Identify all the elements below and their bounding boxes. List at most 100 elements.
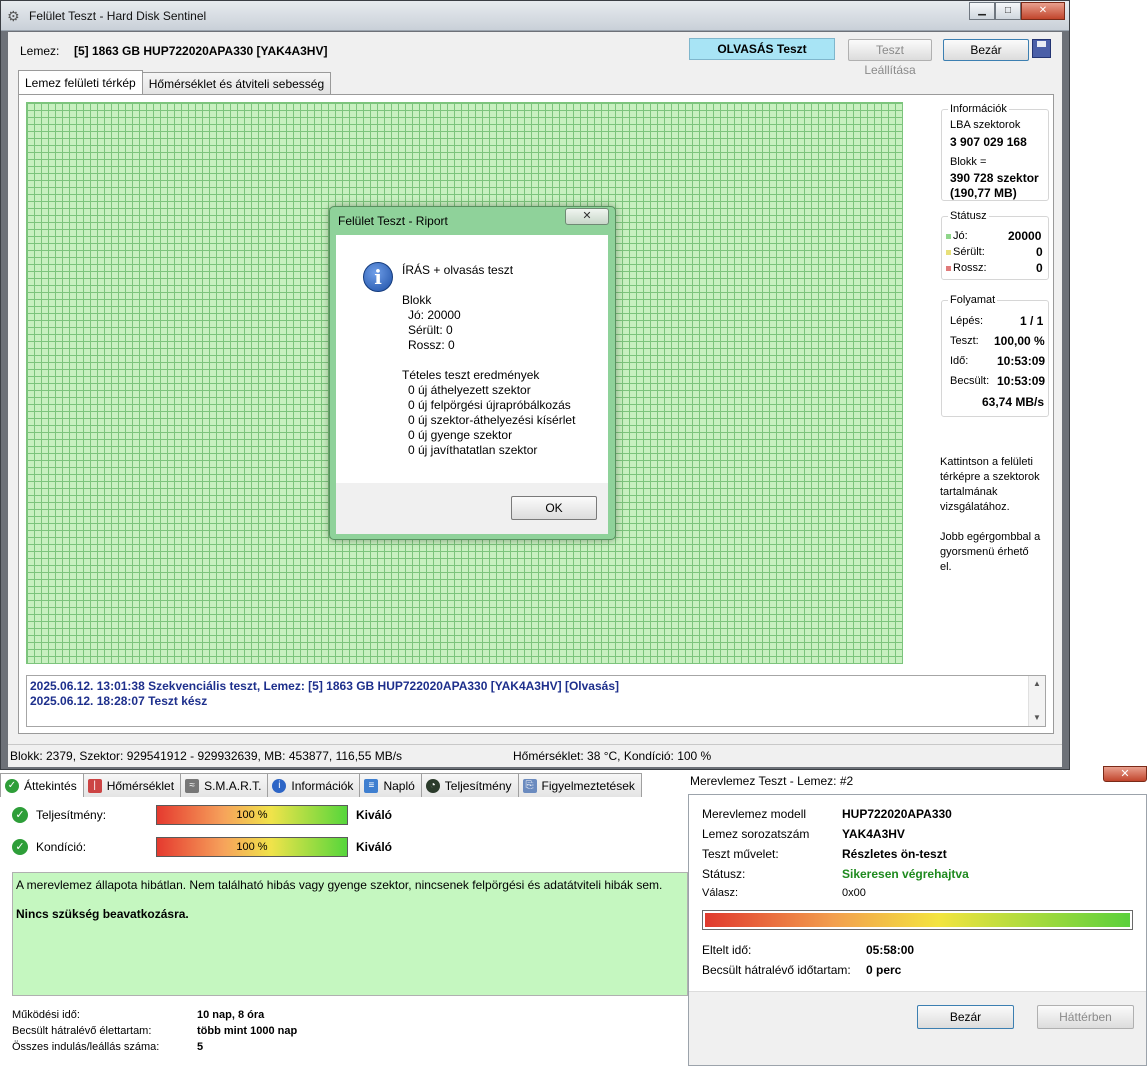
serial-label: Lemez sorozatszám xyxy=(702,827,810,841)
condition-verdict: Kiváló xyxy=(356,840,393,854)
report-block-title: Blokk xyxy=(402,293,432,307)
time-value: 10:53:09 xyxy=(997,354,1046,368)
report-heading: ÍRÁS + olvasás teszt xyxy=(402,263,514,277)
bad-legend-icon xyxy=(946,265,951,271)
info-title: Információk xyxy=(948,103,1009,115)
ok-button[interactable]: OK xyxy=(511,496,597,520)
overview-panel: ✓ Teljesítmény: 100 % Kiváló ✓ Kondíció:… xyxy=(0,797,688,1066)
app-icon: ⚙ xyxy=(7,8,20,24)
window-title: Felület Teszt - Hard Disk Sentinel xyxy=(29,9,207,23)
tab-performance[interactable]: ◔ Teljesítmény xyxy=(420,773,519,797)
model-value: HUP722020APA330 xyxy=(842,807,952,821)
good-label: Jó: xyxy=(946,230,968,242)
tab-temperature-speed[interactable]: Hőmérséklet és átviteli sebesség xyxy=(141,72,332,94)
report-result: 0 új javíthatatlan szektor xyxy=(408,443,538,457)
log-line: 2025.06.12. 18:28:07 Teszt kész xyxy=(30,694,208,708)
report-body: i ÍRÁS + olvasás teszt Blokk Jó: 20000 S… xyxy=(336,235,608,483)
condition-value: 100 % xyxy=(236,841,268,853)
estimate-value: 10:53:09 xyxy=(997,374,1046,388)
info-icon: i xyxy=(272,778,287,793)
starts-label: Összes indulás/leállás száma: xyxy=(12,1041,160,1053)
report-result: 0 új szektor-áthelyezési kísérlet xyxy=(408,413,576,427)
stop-test-button[interactable]: Teszt Leállítása xyxy=(848,39,932,77)
performance-bar: 100 % xyxy=(156,805,348,825)
tab-log[interactable]: ≡ Napló xyxy=(359,773,422,797)
drive-test-titlebar[interactable]: Merevlemez Teszt - Lemez: #2 ✕ xyxy=(688,766,1148,794)
background-button[interactable]: Háttérben xyxy=(1037,1005,1134,1029)
condition-check-icon: ✓ xyxy=(12,839,28,855)
drive-test-title: Merevlemez Teszt - Lemez: #2 xyxy=(690,774,854,788)
log-box[interactable]: 2025.06.12. 13:01:38 Szekvenciális teszt… xyxy=(26,675,1046,727)
hint-line-6: gyorsmenü érhető xyxy=(940,546,1029,558)
scroll-up-icon[interactable]: ▲ xyxy=(1033,679,1041,688)
block-label: Blokk = xyxy=(950,156,987,168)
hint-line-4: vizsgálatához. xyxy=(940,501,1010,513)
drive-test-close-button[interactable]: Bezár xyxy=(917,1005,1014,1029)
report-bad: Rossz: 0 xyxy=(408,338,455,352)
tab-smart[interactable]: ≈ S.M.A.R.T. xyxy=(180,773,269,797)
drive-test-close-icon[interactable]: ✕ xyxy=(1103,766,1147,782)
alerts-icon: ⎘ xyxy=(522,778,537,793)
report-title: Felület Teszt - Riport xyxy=(338,214,448,228)
damaged-label: Sérült: xyxy=(946,246,985,258)
report-close-button[interactable]: ✕ xyxy=(565,208,609,225)
hint-line-5: Jobb egérgombbal a xyxy=(940,531,1041,543)
drive-test-progress-fill xyxy=(705,913,1130,927)
performance-label: Teljesítmény: xyxy=(36,808,107,822)
surface-tabs: Lemez felületi térkép Hőmérséklet és átv… xyxy=(18,70,332,94)
close-window-button[interactable]: ✕ xyxy=(1021,2,1065,20)
bad-value: 0 xyxy=(1036,261,1043,275)
summary-action: Nincs szükség beavatkozásra. xyxy=(16,907,189,921)
time-label: Idő: xyxy=(950,355,969,367)
log-line: 2025.06.12. 13:01:38 Szekvenciális teszt… xyxy=(30,679,619,693)
tab-overview[interactable]: ✓ Áttekintés xyxy=(0,773,84,797)
disk-toolbar: Lemez: [5] 1863 GB HUP722020APA330 [YAK4… xyxy=(8,32,1062,77)
maximize-button[interactable]: □ xyxy=(995,2,1021,20)
test-value: 100,00 % xyxy=(994,334,1045,348)
elapsed-label: Eltelt idő: xyxy=(702,943,752,957)
answer-value: 0x00 xyxy=(842,887,866,899)
block-size: (190,77 MB) xyxy=(950,186,1017,200)
uptime-value: 10 nap, 8 óra xyxy=(197,1009,265,1021)
minimize-button[interactable]: ▁ xyxy=(969,2,995,20)
tab-alerts[interactable]: ⎘ Figyelmeztetések xyxy=(517,773,642,797)
report-results-title: Tételes teszt eredmények xyxy=(402,368,540,382)
main-titlebar[interactable]: ⚙ Felület Teszt - Hard Disk Sentinel ▁ □… xyxy=(1,1,1069,31)
progress-title: Folyamat xyxy=(948,294,998,306)
scroll-down-icon[interactable]: ▼ xyxy=(1033,713,1041,722)
thermometer-icon: | xyxy=(87,778,102,793)
good-value: 20000 xyxy=(1008,229,1042,243)
report-damaged: Sérült: 0 xyxy=(408,323,453,337)
hint-line-1: Kattintson a felületi xyxy=(940,456,1033,468)
operation-label: Teszt művelet: xyxy=(702,847,779,861)
remaining-label: Becsült hátralévő időtartam: xyxy=(702,963,851,977)
tab-surface-map[interactable]: Lemez felületi térkép xyxy=(18,70,143,94)
drive-test-progress-bar xyxy=(702,910,1133,930)
close-button[interactable]: Bezár xyxy=(943,39,1029,61)
save-icon[interactable] xyxy=(1032,39,1051,58)
test-label: Teszt: xyxy=(950,335,979,347)
log-scrollbar[interactable]: ▲ ▼ xyxy=(1028,676,1045,726)
status-block-info: Blokk: 2379, Szektor: 929541912 - 929932… xyxy=(10,749,403,763)
log-icon: ≡ xyxy=(364,778,379,793)
status-title: Státusz xyxy=(948,210,989,222)
tab-information[interactable]: i Információk xyxy=(267,773,361,797)
speed-value: 63,74 MB/s xyxy=(982,395,1045,409)
drive-test-body: Merevlemez modell HUP722020APA330 Lemez … xyxy=(688,794,1147,1066)
health-summary-box: A merevlemez állapota hibátlan. Nem talá… xyxy=(12,872,688,996)
condition-bar: 100 % xyxy=(156,837,348,857)
tab-temperature[interactable]: | Hőmérséklet xyxy=(82,773,182,797)
report-dialog: Felület Teszt - Riport ✕ i ÍRÁS + olvasá… xyxy=(329,206,616,540)
condition-label: Kondíció: xyxy=(36,840,87,854)
info-group: Információk LBA szektorok 3 907 029 168 … xyxy=(941,103,1049,201)
info-icon: i xyxy=(363,262,393,292)
gauge-icon: ◔ xyxy=(425,778,440,793)
model-label: Merevlemez modell xyxy=(702,807,807,821)
hint-line-7: el. xyxy=(940,561,952,573)
remaining-value: 0 perc xyxy=(866,963,902,977)
report-result: 0 új gyenge szektor xyxy=(408,428,513,442)
status-label: Státusz: xyxy=(702,867,746,881)
estimate-label: Becsült: xyxy=(950,375,990,387)
performance-value: 100 % xyxy=(236,809,268,821)
status-temperature: Hőmérséklet: 38 °C, Kondíció: 100 % xyxy=(513,749,712,763)
